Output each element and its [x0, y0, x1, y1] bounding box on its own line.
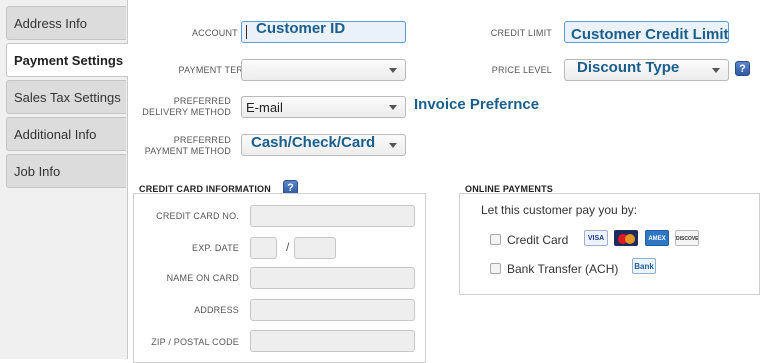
- tab-address-info[interactable]: Address Info: [6, 6, 126, 40]
- chevron-down-icon: [389, 68, 397, 73]
- account-no-label: ACCOUNT NO.: [191, 28, 257, 38]
- card-no-input[interactable]: [250, 205, 415, 227]
- sidebar: Address Info Payment Settings Sales Tax …: [0, 0, 128, 359]
- price-level-label: PRICE LEVEL: [491, 65, 552, 75]
- exp-year-input[interactable]: [294, 237, 336, 259]
- bank-icon: Bank: [632, 258, 656, 274]
- visa-icon: VISA: [584, 230, 608, 246]
- address-label: ADDRESS: [194, 305, 239, 315]
- credit-card-option-label: Credit Card: [507, 233, 569, 247]
- credit-limit-annotation: Customer Credit Limit: [571, 26, 729, 43]
- card-no-label: CREDIT CARD NO.: [156, 211, 239, 221]
- payment-method-label-line1: PREFERRED: [173, 135, 231, 145]
- name-on-card-label: NAME ON CARD: [166, 273, 239, 283]
- text-cursor: [246, 25, 247, 39]
- mastercard-icon: [614, 230, 638, 246]
- tab-sales-tax-settings[interactable]: Sales Tax Settings: [6, 80, 126, 114]
- chevron-down-icon: [712, 68, 720, 73]
- delivery-method-label-line2: DELIVERY METHOD: [142, 107, 231, 117]
- exp-date-label: EXP. DATE: [192, 243, 239, 253]
- discover-icon: DISCOVER: [675, 230, 699, 246]
- mastercard-orange-circle: [625, 234, 635, 244]
- exp-month-input[interactable]: [250, 237, 277, 259]
- delivery-method-label-line1: PREFERRED: [173, 96, 231, 106]
- credit-limit-label: CREDIT LIMIT: [490, 28, 552, 38]
- payment-method-label: PREFERRED PAYMENT METHOD: [140, 135, 231, 157]
- address-input[interactable]: [250, 299, 415, 321]
- delivery-method-value: E-mail: [246, 100, 283, 115]
- account-no-annotation: Customer ID: [256, 20, 346, 37]
- tab-additional-info[interactable]: Additional Info: [6, 117, 126, 151]
- zip-input[interactable]: [250, 330, 415, 352]
- payment-method-label-line2: PAYMENT METHOD: [144, 146, 231, 156]
- amex-icon: AMEX: [645, 230, 669, 246]
- delivery-method-select[interactable]: E-mail: [241, 96, 406, 118]
- delivery-method-annotation: Invoice Prefernce: [414, 96, 540, 113]
- name-on-card-input[interactable]: [250, 267, 415, 289]
- zip-label: ZIP / POSTAL CODE: [151, 337, 239, 347]
- delivery-method-label: PREFERRED DELIVERY METHOD: [140, 96, 231, 118]
- credit-card-checkbox[interactable]: [490, 234, 501, 245]
- bank-transfer-checkbox[interactable]: [490, 263, 501, 274]
- payment-method-annotation: Cash/Check/Card: [251, 134, 376, 151]
- online-payments-prompt: Let this customer pay you by:: [481, 203, 638, 217]
- tab-payment-settings[interactable]: Payment Settings: [6, 43, 128, 77]
- exp-separator: /: [286, 240, 290, 254]
- payment-terms-select[interactable]: [241, 59, 406, 81]
- price-level-annotation: Discount Type: [577, 59, 680, 76]
- help-icon[interactable]: ?: [735, 61, 750, 76]
- chevron-down-icon: [389, 143, 397, 148]
- chevron-down-icon: [389, 105, 397, 110]
- bank-transfer-option-label: Bank Transfer (ACH): [507, 262, 619, 276]
- payment-terms-label: PAYMENT TERMS: [178, 65, 257, 75]
- tab-job-info[interactable]: Job Info: [6, 154, 126, 188]
